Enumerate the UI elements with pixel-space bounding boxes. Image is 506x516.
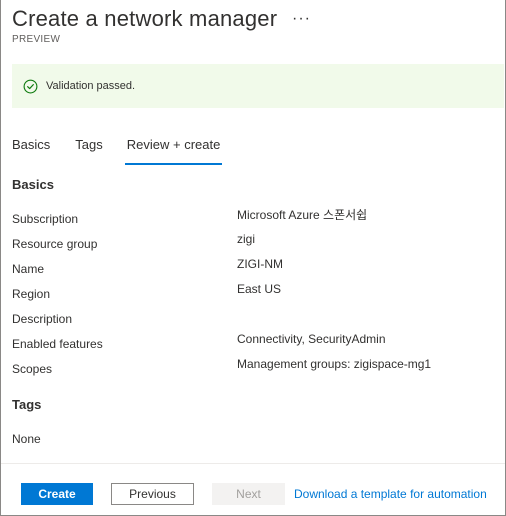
- tab-bar: Basics Tags Review + create: [12, 137, 222, 165]
- footer-divider: [1, 463, 505, 464]
- page-subtitle: PREVIEW: [12, 34, 61, 45]
- validation-banner: Validation passed.: [12, 64, 504, 108]
- subscription-label: Subscription: [12, 212, 79, 226]
- validation-message: Validation passed.: [46, 80, 136, 92]
- region-value: East US: [237, 282, 282, 296]
- check-circle-icon: [23, 79, 38, 94]
- download-template-link[interactable]: Download a template for automation: [294, 487, 487, 501]
- region-label: Region: [12, 287, 51, 301]
- blade-header: Create a network manager ···: [12, 6, 494, 32]
- scopes-label: Scopes: [12, 362, 53, 376]
- tab-tags[interactable]: Tags: [75, 137, 102, 161]
- resource-group-label: Resource group: [12, 237, 98, 251]
- create-button[interactable]: Create: [21, 483, 93, 505]
- name-value: ZIGI-NM: [237, 257, 283, 271]
- more-options-button[interactable]: ···: [292, 10, 311, 28]
- name-label: Name: [12, 262, 45, 276]
- tags-none-value: None: [12, 432, 41, 446]
- scopes-value: Management groups: zigispace-mg1: [237, 357, 432, 371]
- subscription-value: Microsoft Azure 스폰서쉽: [237, 208, 368, 222]
- resource-group-value: zigi: [237, 232, 256, 246]
- enabled-features-label: Enabled features: [12, 337, 103, 351]
- enabled-features-value: Connectivity, SecurityAdmin: [237, 332, 386, 346]
- previous-button[interactable]: Previous: [111, 483, 194, 505]
- tab-review-create[interactable]: Review + create: [124, 137, 222, 165]
- description-label: Description: [12, 312, 73, 326]
- next-button[interactable]: Next: [212, 483, 285, 505]
- page-title: Create a network manager: [12, 6, 278, 31]
- tags-section-title: Tags: [12, 397, 42, 412]
- basics-section-title: Basics: [12, 177, 54, 192]
- tab-basics[interactable]: Basics: [12, 137, 50, 161]
